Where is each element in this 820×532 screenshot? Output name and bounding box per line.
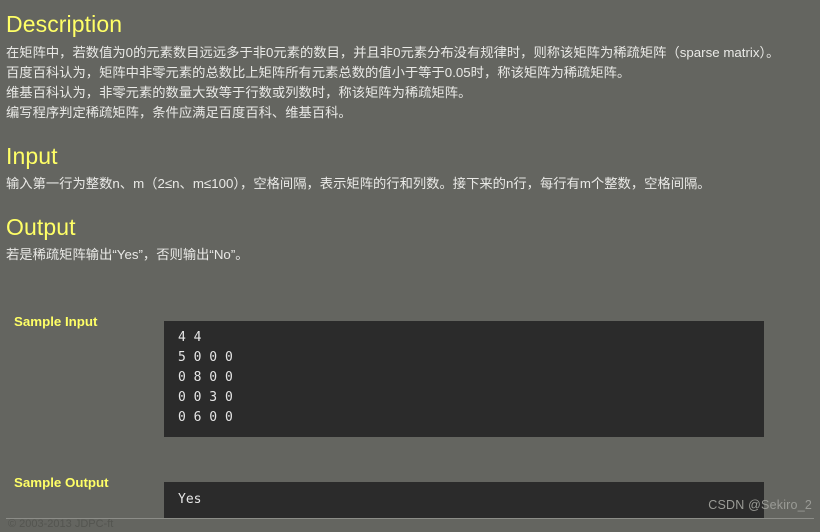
description-body: 在矩阵中，若数值为0的元素数目远远多于非0元素的数目，并且非0元素分布没有规律时… (6, 36, 814, 123)
description-heading: Description (6, 11, 123, 37)
input-heading: Input (6, 143, 58, 169)
footer-copyright: © 2003-2013 JDPC-ft (8, 518, 114, 530)
description-line: 编写程序判定稀疏矩阵，条件应满足百度百科、维基百科。 (6, 105, 352, 120)
sample-input-section: Sample Input 4 4 5 0 0 0 0 8 0 0 0 0 3 0… (6, 265, 814, 450)
output-heading: Output (6, 214, 76, 240)
input-body: 输入第一行为整数n、m（2≤n、m≤100），空格间隔，表示矩阵的行和列数。接下… (6, 176, 711, 191)
watermark: CSDN @Sekiro_2 (708, 498, 812, 512)
sample-input-code: 4 4 5 0 0 0 0 8 0 0 0 0 3 0 0 6 0 0 (164, 321, 764, 437)
sample-output-label: Sample Output (14, 475, 109, 490)
sample-input-label: Sample Input (14, 314, 98, 329)
footer-divider (6, 518, 814, 519)
description-line: 百度百科认为，矩阵中非零元素的总数比上矩阵所有元素总数的值小于等于0.05时，称… (6, 65, 631, 80)
description-line: 维基百科认为，非零元素的数量大致等于行数或列数时，称该矩阵为稀疏矩阵。 (6, 85, 472, 100)
output-body: 若是稀疏矩阵输出“Yes”，否则输出“No”。 (6, 247, 249, 262)
sample-output-code: Yes (164, 482, 764, 519)
sample-output-section: Sample Output Yes (6, 450, 814, 532)
problem-page: Description 在矩阵中，若数值为0的元素数目远远多于非0元素的数目，并… (0, 0, 820, 532)
description-line: 在矩阵中，若数值为0的元素数目远远多于非0元素的数目，并且非0元素分布没有规律时… (6, 45, 780, 60)
